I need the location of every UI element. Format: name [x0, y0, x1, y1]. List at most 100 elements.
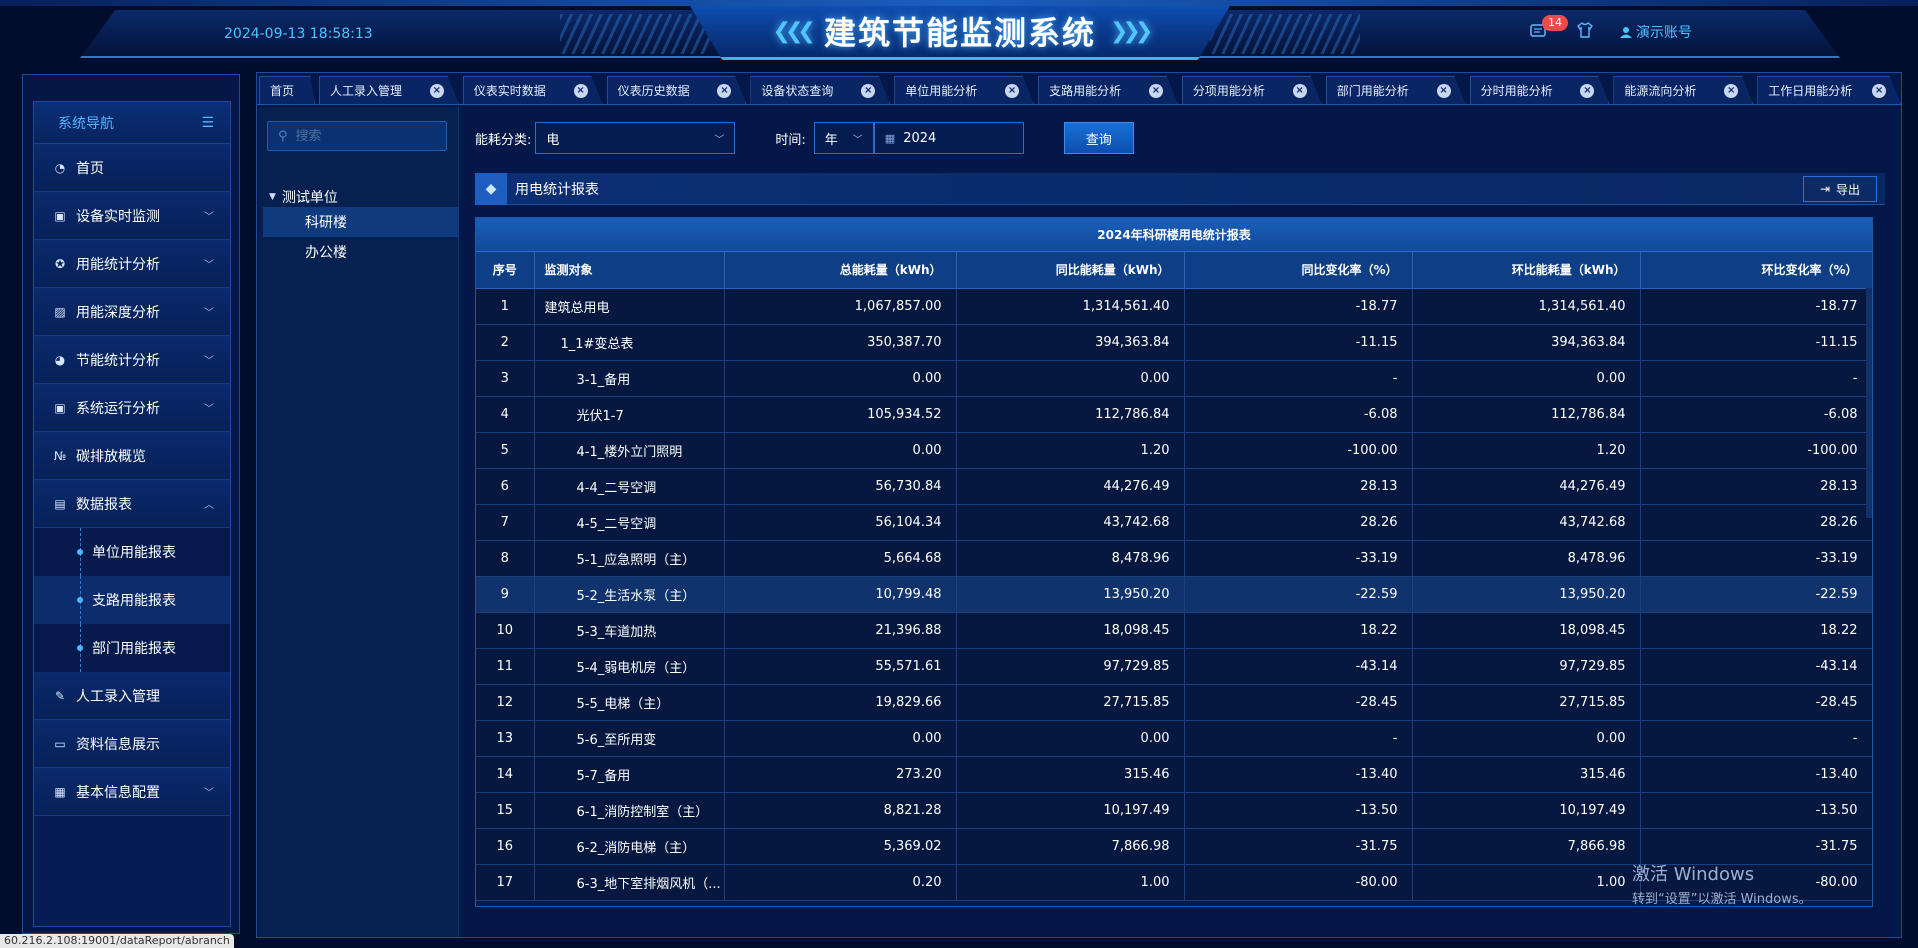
close-icon[interactable]: × [1005, 83, 1020, 98]
table-cell: -33.19 [1184, 540, 1413, 577]
account-menu[interactable]: 演示账号 [1620, 22, 1692, 42]
close-icon[interactable]: × [1292, 83, 1307, 98]
close-icon[interactable]: × [1724, 83, 1739, 98]
table-row[interactable]: 4 光伏1-7 105,934.52 112,786.84 -6.08 112,786.8… [476, 396, 1872, 433]
table-row[interactable]: 1 建筑总用电 1,067,857.00 1,314,561.40 -18.77 1,31… [476, 288, 1872, 325]
close-icon[interactable]: × [1872, 83, 1887, 98]
tree-search[interactable]: ⚲ [267, 121, 447, 151]
layers-icon: ◆ [475, 172, 507, 205]
table-cell: 18.22 [1640, 612, 1872, 649]
sidebar-item-label: 首页 [76, 160, 104, 177]
year-picker[interactable]: ▦ 2024 [873, 122, 1024, 154]
table-cell: 16 [476, 828, 535, 865]
page-title-wrap: ❮❮❮ 建筑节能监测系统 ❯❯❯ [760, 8, 1160, 54]
table-row[interactable]: 16 6-2_消防电梯（主） 5,369.02 7,866.98 -31.75 7,866… [476, 828, 1872, 865]
table-cell: 394,363.84 [956, 324, 1185, 361]
sidebar-item-manual-entry[interactable]: ✎ 人工录入管理 [34, 672, 230, 720]
table-scrollbar[interactable] [1866, 288, 1872, 518]
user-icon [1620, 27, 1632, 38]
close-icon[interactable]: × [573, 83, 588, 98]
table-cell: 10 [476, 612, 535, 649]
table-cell: -22.59 [1184, 576, 1413, 613]
column-header: 环比变化率（%） [1640, 252, 1872, 289]
bullet-icon [77, 645, 83, 651]
tree-node-office-building[interactable]: 办公楼 [263, 237, 459, 267]
collapse-menu-icon[interactable]: ☰ [201, 115, 214, 131]
table-cell: 5-5_电梯（主） [534, 684, 725, 721]
tab-unit-analysis[interactable]: 单位用能分析 × [894, 76, 1035, 104]
table-row[interactable]: 2 1_1#变总表 350,387.70 394,363.84 -11.15 394,36… [476, 324, 1872, 361]
close-icon[interactable]: × [429, 83, 444, 98]
sidebar-subitem-unit-report[interactable]: 单位用能报表 [34, 528, 230, 576]
query-button[interactable]: 查询 [1063, 122, 1134, 154]
watermark-line1: 激活 Windows [1632, 864, 1755, 885]
tree-root-node[interactable]: ▼ 测试单位 [269, 187, 338, 207]
sidebar-item-device-monitor[interactable]: ▣ 设备实时监测 ﹀ [34, 192, 230, 240]
table-row[interactable]: 7 4-5_二号空调 56,104.34 43,742.68 28.26 43,742.6… [476, 504, 1872, 541]
table-cell: 12 [476, 684, 535, 721]
tree-node-research-building[interactable]: 科研楼 [263, 207, 459, 237]
tab-device-status[interactable]: 设备状态查询 × [750, 76, 891, 104]
column-header: 同比能耗量（kWh） [956, 252, 1185, 289]
table-row[interactable]: 6 4-4_二号空调 56,730.84 44,276.49 28.13 44,276.4… [476, 468, 1872, 505]
chevron-down-icon: ﹀ [204, 212, 214, 223]
tab-workday-analysis[interactable]: 工作日用能分析 × [1757, 76, 1902, 104]
sidebar-subitem-branch-report[interactable]: 支路用能报表 [34, 576, 230, 624]
sidebar-item-carbon[interactable]: № 碳排放概览 [34, 432, 230, 480]
table-cell: 0.00 [724, 432, 957, 469]
table-row[interactable]: 12 5-5_电梯（主） 19,829.66 27,715.85 -28.45 27,71… [476, 684, 1872, 721]
sidebar-item-system-analysis[interactable]: ▣ 系统运行分析 ﹀ [34, 384, 230, 432]
table-row[interactable]: 15 6-1_消防控制室（主） 8,821.28 10,197.49 -13.50 10,… [476, 792, 1872, 829]
table-row[interactable]: 5 4-1_楼外立门照明 0.00 1.20 -100.00 1.20 -100.00 [476, 432, 1872, 469]
tab-department-analysis[interactable]: 部门用能分析 × [1325, 76, 1466, 104]
skin-icon[interactable] [1576, 22, 1594, 42]
table-row[interactable]: 11 5-4_弱电机房（主） 55,571.61 97,729.85 -43.14 97,… [476, 648, 1872, 685]
tab-home[interactable]: 首页 [259, 76, 315, 104]
sidebar-item-saving-stats[interactable]: ◕ 节能统计分析 ﹀ [34, 336, 230, 384]
sidebar-item-deep-analysis[interactable]: ▨ 用能深度分析 ﹀ [34, 288, 230, 336]
period-select[interactable]: 年 ﹀ [813, 122, 874, 154]
sidebar-item-reports[interactable]: ▤ 数据报表 ︿ [34, 480, 230, 528]
sidebar-item-label: 节能统计分析 [76, 352, 160, 369]
table-cell: 28.13 [1184, 468, 1413, 505]
message-icon[interactable]: 14 [1530, 15, 1568, 41]
sidebar-item-basic-config[interactable]: ▦ 基本信息配置 ﹀ [34, 768, 230, 816]
export-button[interactable]: ⇥ 导出 [1803, 176, 1877, 202]
table-row[interactable]: 9 5-2_生活水泵（主） 10,799.48 13,950.20 -22.59 13,9… [476, 576, 1872, 613]
table-row[interactable]: 13 5-6_至所用变 0.00 0.00-0.00- [476, 720, 1872, 757]
tab-item-analysis[interactable]: 分项用能分析 × [1181, 76, 1322, 104]
close-icon[interactable]: × [717, 83, 732, 98]
sidebar-item-info-display[interactable]: ▭ 资料信息展示 [34, 720, 230, 768]
close-icon[interactable]: × [861, 83, 876, 98]
tab-label: 分项用能分析 [1192, 84, 1265, 98]
table-caption: 2024年科研楼用电统计报表 [476, 218, 1872, 252]
tab-branch-analysis[interactable]: 支路用能分析 × [1038, 76, 1178, 104]
table-row[interactable]: 3 3-1_备用 0.00 0.00-0.00- [476, 360, 1872, 397]
table-cell: -18.77 [1184, 288, 1413, 325]
table-cell: 11 [476, 648, 535, 685]
table-row[interactable]: 14 5-7_备用 273.20 315.46 -13.40 315.46 -13.40 [476, 756, 1872, 793]
tab-meter-realtime[interactable]: 仪表实时数据 × [462, 76, 603, 104]
tab-manual-entry[interactable]: 人工录入管理 × [318, 76, 459, 104]
close-icon[interactable]: × [1580, 83, 1595, 98]
table-cell: 27,715.85 [1412, 684, 1641, 721]
table-cell: 1,314,561.40 [1412, 288, 1641, 325]
table-header-row: 序号 监测对象 总能耗量（kWh） 同比能耗量（kWh） 同比变化率（%） 环比… [476, 252, 1872, 289]
close-icon[interactable]: × [1436, 83, 1451, 98]
table-row[interactable]: 10 5-3_车道加热 21,396.88 18,098.45 18.22 18,098.… [476, 612, 1872, 649]
close-icon[interactable]: × [1148, 83, 1163, 98]
tab-time-analysis[interactable]: 分时用能分析 × [1469, 76, 1610, 104]
table-cell: 0.00 [724, 720, 957, 757]
table-cell: -22.59 [1640, 576, 1872, 613]
table-cell: - [1640, 360, 1872, 397]
table-cell: 5-1_应急照明（主） [534, 540, 725, 577]
category-value: 电 [546, 132, 560, 148]
sidebar-item-home[interactable]: ◔ 首页 [34, 144, 230, 192]
tab-energy-flow[interactable]: 能源流向分析 × [1613, 76, 1754, 104]
tab-meter-history[interactable]: 仪表历史数据 × [606, 76, 747, 104]
category-select[interactable]: 电 ﹀ [535, 122, 736, 154]
search-input[interactable] [295, 128, 436, 144]
sidebar-subitem-department-report[interactable]: 部门用能报表 [34, 624, 230, 672]
table-row[interactable]: 8 5-1_应急照明（主） 5,664.68 8,478.96 -33.19 8,478.… [476, 540, 1872, 577]
sidebar-item-energy-stats[interactable]: ✪ 用能统计分析 ﹀ [34, 240, 230, 288]
